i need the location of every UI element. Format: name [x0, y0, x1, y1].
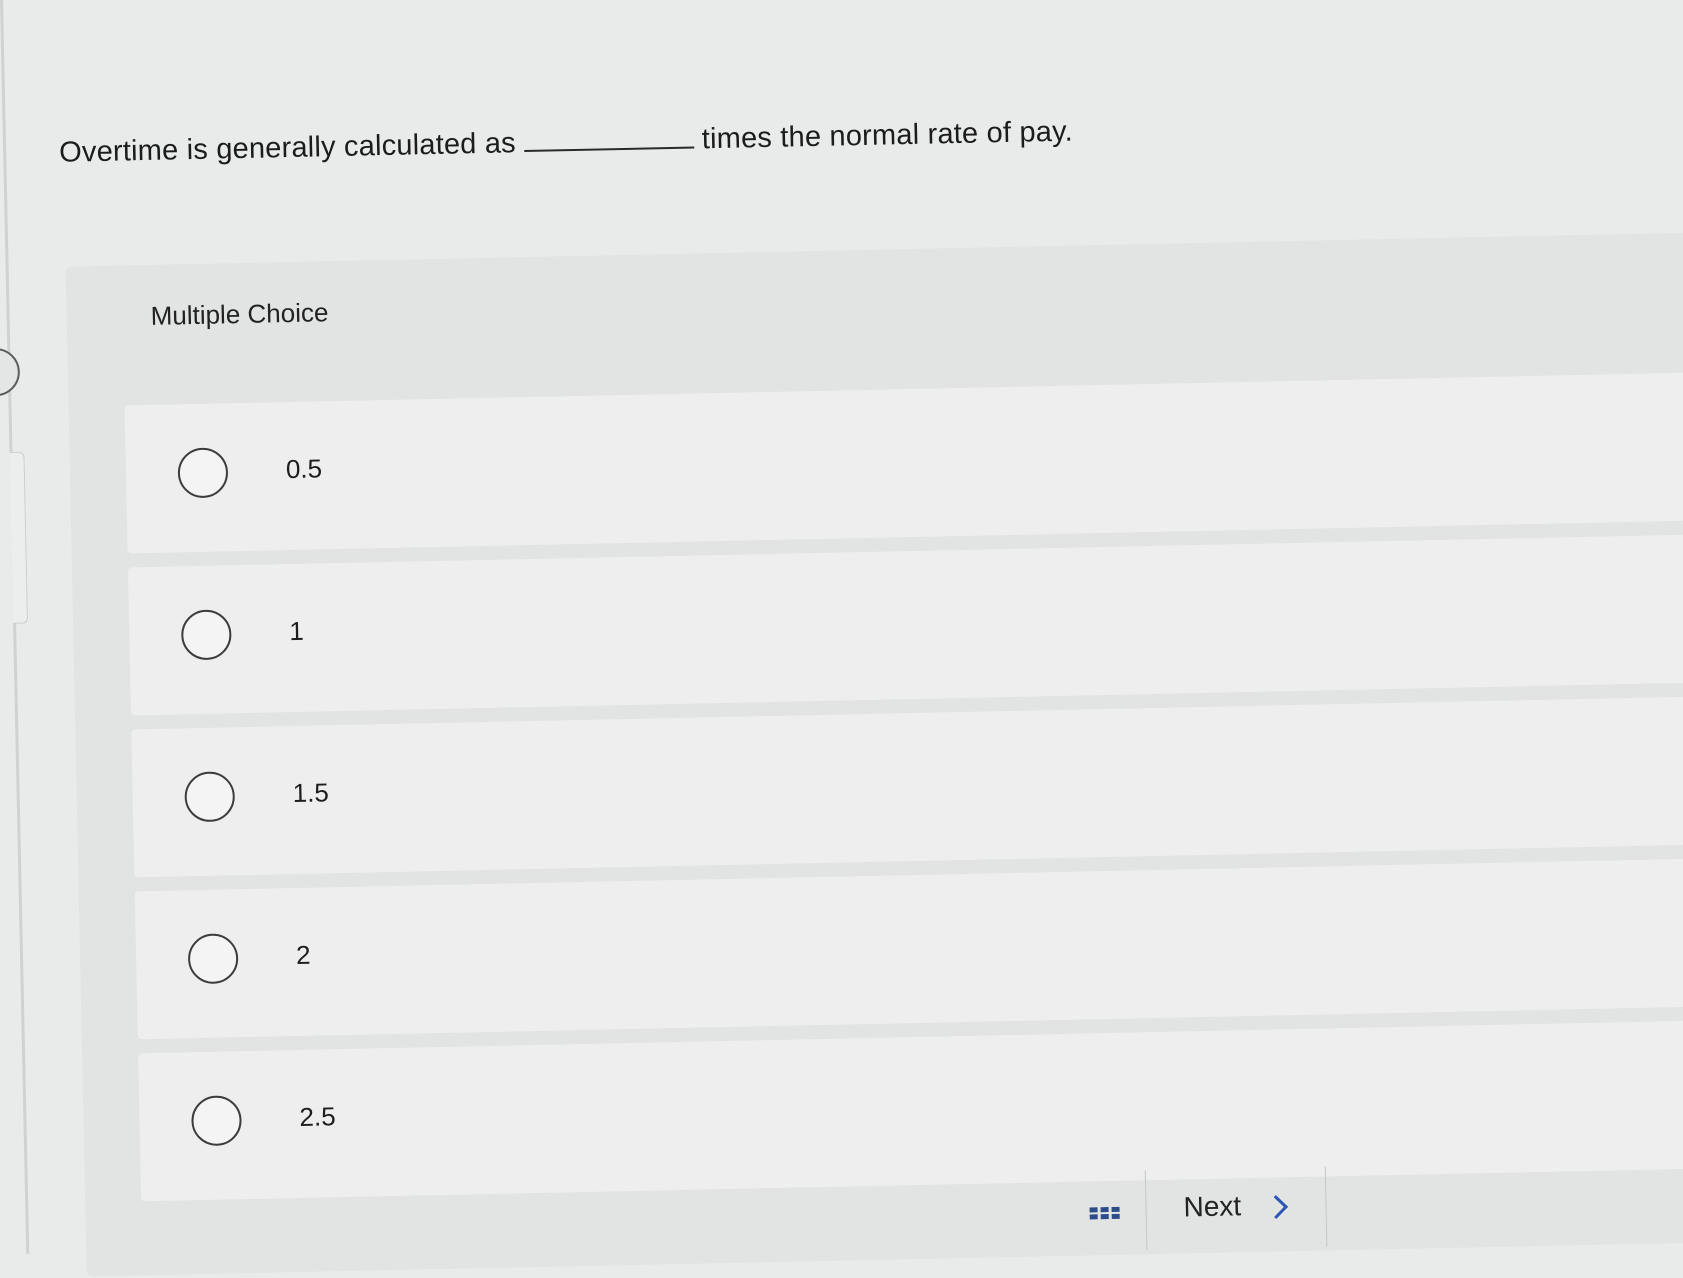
screen: Overtime is generally calculated as times… [0, 0, 1683, 1277]
radio-button[interactable] [184, 771, 236, 823]
side-handle[interactable] [0, 347, 21, 397]
radio-button[interactable] [177, 447, 229, 499]
multiple-choice-panel: Multiple Choice 0.5 1 1.5 2 2.5 [65, 232, 1683, 1277]
option-label: 2.5 [299, 1101, 336, 1132]
option-item[interactable]: 2 [134, 857, 1683, 1040]
next-button[interactable]: Next [1183, 1189, 1288, 1223]
answer-blank [523, 144, 694, 153]
multiple-choice-label: Multiple Choice [150, 297, 329, 331]
question-text-before: Overtime is generally calculated as [58, 127, 517, 169]
radio-button[interactable] [180, 609, 232, 661]
side-panel [9, 451, 29, 624]
option-label: 1.5 [292, 777, 330, 809]
option-label: 0.5 [285, 453, 323, 485]
option-item[interactable]: 2.5 [138, 1019, 1683, 1202]
option-label: 2 [295, 939, 311, 971]
radio-button[interactable] [190, 1095, 243, 1147]
question-text-after: times the normal rate of pay. [701, 115, 1074, 156]
chevron-right-icon [1263, 1194, 1288, 1219]
option-item[interactable]: 1 [127, 533, 1683, 716]
option-item[interactable]: 1.5 [131, 695, 1683, 878]
option-label: 1 [288, 615, 305, 647]
option-item[interactable]: 0.5 [124, 371, 1683, 554]
question-text: Overtime is generally calculated as times… [59, 116, 1073, 170]
next-label: Next [1183, 1190, 1242, 1223]
page-edge [0, 0, 30, 1254]
grid-icon[interactable] [1089, 1206, 1120, 1220]
radio-button[interactable] [187, 933, 239, 985]
